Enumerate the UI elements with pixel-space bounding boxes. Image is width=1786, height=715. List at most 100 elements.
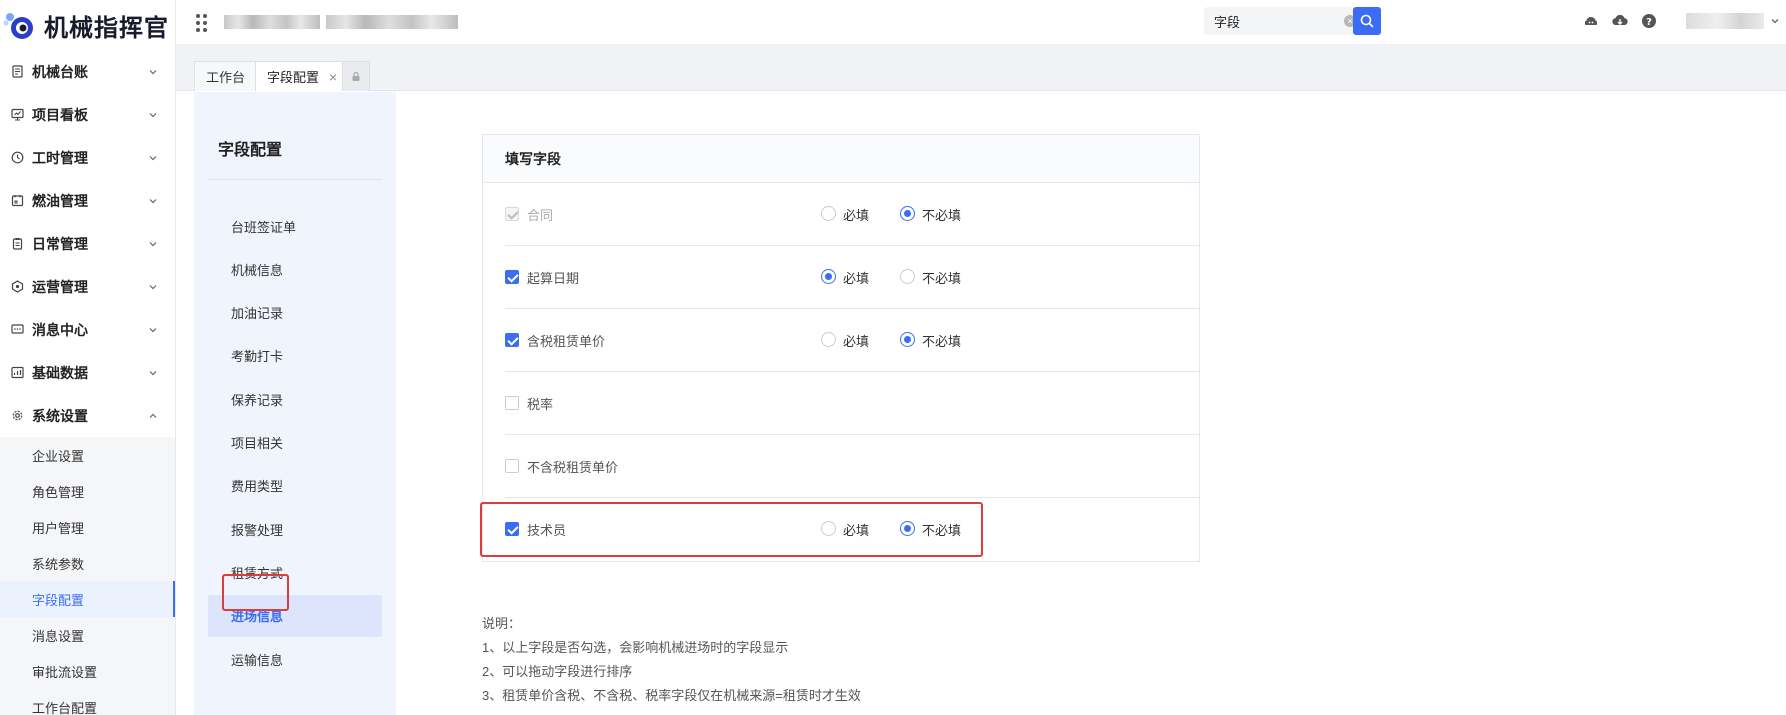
config-nav-item-6[interactable]: 项目相关 [208, 422, 382, 464]
field-checkbox[interactable] [505, 333, 519, 347]
topbar [176, 0, 1786, 44]
config-nav-item-2[interactable]: 机械信息 [208, 248, 382, 290]
optional-radio[interactable] [900, 269, 915, 284]
note-line: 2、可以拖动字段进行排序 [482, 664, 633, 679]
operation-icon [10, 280, 24, 294]
divider [208, 179, 382, 180]
logo[interactable]: 机械指挥官 [0, 0, 175, 50]
clipboard-icon [10, 237, 24, 251]
sidebar-menu: 机械台账项目看板工时管理燃油管理日常管理运营管理 消息中心 基础数据系统设置企业设置… [0, 50, 175, 715]
sidebar-subitem-3[interactable]: 用户管理 [0, 509, 175, 545]
highlight-annotation-row [480, 502, 983, 557]
tab-lock-button[interactable] [342, 61, 370, 91]
highlight-annotation-nav [222, 574, 289, 611]
sidebar-menu-8[interactable]: 基础数据 [0, 351, 175, 394]
sidebar: 机械指挥官 机械台账项目看板工时管理燃油管理日常管理运营管理 消息中心 基础数据系统… [0, 0, 176, 715]
config-nav-item-8[interactable]: 报警处理 [208, 508, 382, 550]
sidebar-subitem-6[interactable]: 消息设置 [0, 617, 175, 653]
config-nav-item-7[interactable]: 费用类型 [208, 465, 382, 507]
optional-label: 不必填 [922, 208, 962, 223]
field-row[interactable]: 起算日期 必填 不必填 [505, 246, 1199, 309]
brand-logo-icon [2, 9, 38, 41]
field-checkbox[interactable] [505, 459, 519, 473]
field-row[interactable]: 合同 必填 不必填 [505, 183, 1199, 246]
clock-icon [10, 151, 24, 165]
notes: 说明： 1、以上字段是否勾选，会影响机械进场时的字段显示 2、可以拖动字段进行排… [482, 612, 861, 708]
sidebar-subitem-8[interactable]: 工作台配置 [0, 689, 175, 715]
sidebar-menu-1[interactable]: 机械台账 [0, 50, 175, 93]
chevron-down-icon [149, 112, 157, 117]
sidebar-menu-7[interactable]: 消息中心 [0, 308, 175, 351]
svg-text:?: ? [1646, 17, 1652, 28]
sidebar-menu-2[interactable]: 项目看板 [0, 93, 175, 136]
required-label: 必填 [843, 271, 870, 286]
field-row[interactable]: 税率 [505, 372, 1199, 435]
sidebar-menu-4[interactable]: 燃油管理 [0, 179, 175, 222]
tab-workbench[interactable]: 工作台 [194, 61, 258, 91]
config-nav-item-5[interactable]: 保养记录 [208, 378, 382, 420]
sidebar-subitem-7[interactable]: 审批流设置 [0, 653, 175, 689]
chevron-down-icon [149, 155, 157, 160]
system-settings-submenu: 企业设置 角色管理 用户管理 系统参数 字段配置 消息设置 审批流设置 工作台配置 [0, 437, 175, 715]
optional-radio[interactable] [900, 206, 915, 221]
tab-field-config[interactable]: 字段配置 × [255, 61, 350, 91]
field-row[interactable]: 含税租赁单价 必填 不必填 [505, 309, 1199, 372]
field-name: 不含税租赁单价 [527, 460, 619, 475]
notes-title: 说明： [482, 616, 522, 631]
download-icon[interactable] [1612, 13, 1628, 29]
field-name: 起算日期 [527, 271, 580, 286]
config-nav-item-11[interactable]: 运输信息 [208, 638, 382, 680]
sidebar-menu-label: 系统设置 [32, 407, 88, 424]
user-menu-chevron-down-icon[interactable] [1770, 16, 1780, 26]
sidebar-menu-label: 日常管理 [32, 235, 88, 252]
customer-service-icon[interactable] [1583, 13, 1599, 29]
sidebar-subitem-4[interactable]: 系统参数 [0, 545, 175, 581]
required-label: 必填 [843, 334, 870, 349]
brand-name: 机械指挥官 [44, 14, 169, 42]
sidebar-menu-label: 工时管理 [32, 149, 88, 166]
redacted-user-name[interactable] [1686, 13, 1764, 29]
required-label: 必填 [843, 208, 870, 223]
field-checkbox[interactable] [505, 396, 519, 410]
note-line: 1、以上字段是否勾选，会影响机械进场时的字段显示 [482, 640, 789, 655]
chevron-down-icon [149, 241, 157, 246]
required-radio[interactable] [821, 269, 836, 284]
required-radio[interactable] [821, 332, 836, 347]
sidebar-subitem-1[interactable]: 企业设置 [0, 437, 175, 473]
redacted-project [326, 15, 458, 29]
field-checkbox[interactable] [505, 270, 519, 284]
close-tab-icon[interactable]: × [329, 69, 337, 85]
fields-panel: 填写字段 合同 必填 不必填 起算日期 必填 不必填 含税租赁单价 必填 不必填 税率 不含税租赁单… [482, 134, 1200, 562]
config-nav-item-4[interactable]: 考勤打卡 [208, 335, 382, 377]
sidebar-menu-label: 机械台账 [32, 63, 88, 80]
note-line: 3、租赁单价含税、不含税、税率字段仅在机械来源=租赁时才生效 [482, 688, 861, 703]
config-nav-item-1[interactable]: 台班签证单 [208, 205, 382, 247]
sidebar-subitem-5[interactable]: 字段配置 [0, 581, 175, 617]
field-name: 合同 [527, 208, 554, 223]
search-button[interactable] [1353, 7, 1381, 35]
fields-panel-title: 填写字段 [483, 135, 1199, 183]
sidebar-menu-3[interactable]: 工时管理 [0, 136, 175, 179]
optional-label: 不必填 [922, 271, 962, 286]
data-icon [10, 366, 24, 380]
chevron-down-icon [149, 370, 157, 375]
chevron-down-icon [149, 198, 157, 203]
search-icon [1360, 14, 1374, 28]
field-name: 税率 [527, 397, 554, 412]
tab-label: 工作台 [206, 70, 246, 85]
field-row[interactable]: 不含税租赁单价 [505, 435, 1199, 498]
sidebar-subitem-2[interactable]: 角色管理 [0, 473, 175, 509]
apps-grid-icon[interactable] [196, 14, 210, 32]
tab-label: 字段配置 [267, 70, 320, 85]
optional-radio[interactable] [900, 332, 915, 347]
chevron-down-icon [149, 284, 157, 289]
sidebar-menu-5[interactable]: 日常管理 [0, 222, 175, 265]
help-icon[interactable]: ? [1641, 13, 1657, 29]
required-radio[interactable] [821, 206, 836, 221]
sidebar-menu-9[interactable]: 系统设置 [0, 394, 175, 437]
config-nav-item-3[interactable]: 加油记录 [208, 292, 382, 334]
search-input[interactable]: 字段 × [1204, 7, 1366, 35]
field-name: 含税租赁单价 [527, 334, 606, 349]
sidebar-menu-6[interactable]: 运营管理 [0, 265, 175, 308]
field-checkbox [505, 207, 519, 221]
